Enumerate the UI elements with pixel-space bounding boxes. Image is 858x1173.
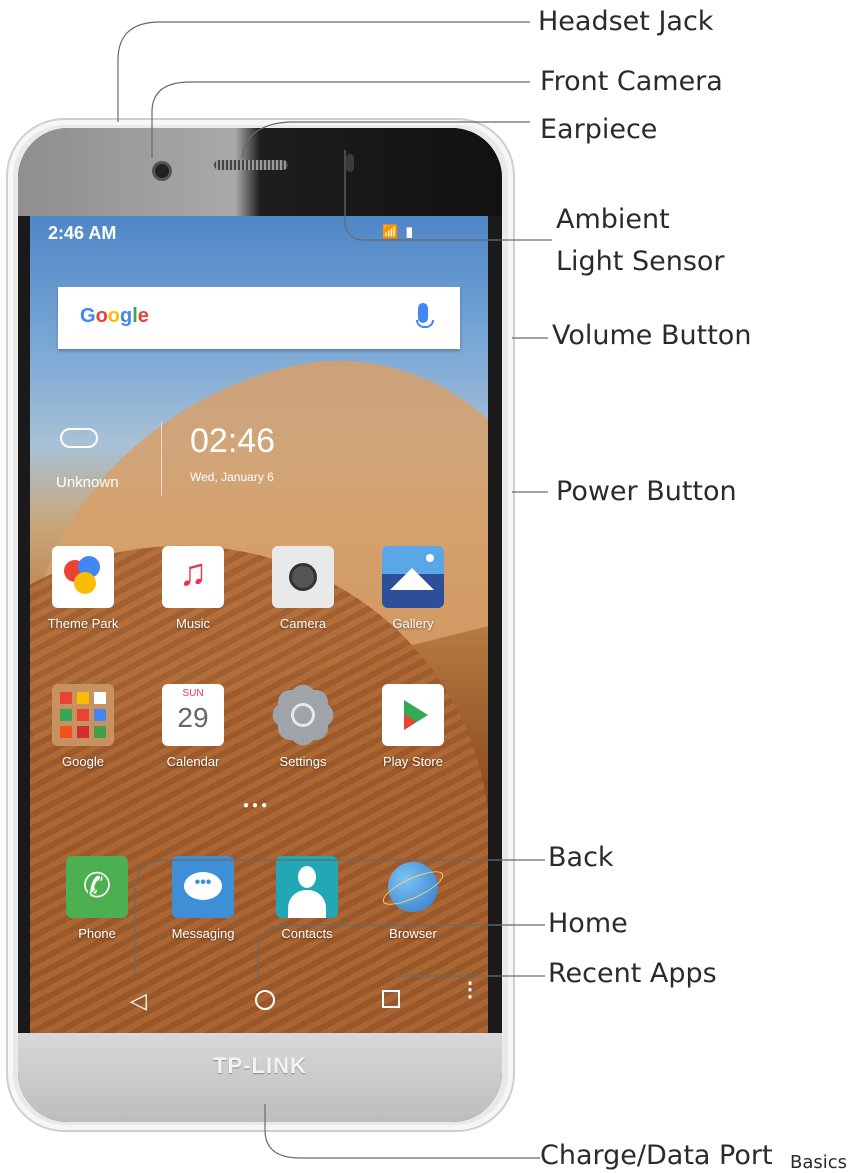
callout-recent-apps: Recent Apps [548,958,717,989]
callout-power-button: Power Button [556,476,737,507]
leader-earpiece [241,121,530,159]
callout-volume-button: Volume Button [552,320,752,351]
leader-headset-jack [117,21,530,122]
callout-ambient-line2: Light Sensor [556,246,725,277]
callout-leader-lines [117,21,552,1159]
leader-home [257,924,545,980]
leader-back [134,859,545,975]
callout-charge-data-port: Charge/Data Port [540,1140,773,1171]
leader-front-camera [151,81,530,158]
callout-back: Back [548,842,614,873]
callout-home: Home [548,908,628,939]
callout-ambient-line1: Ambient [556,204,670,235]
callout-headset-jack: Headset Jack [538,6,714,37]
leader-charge-data-port [264,1104,540,1159]
section-label: Basics [790,1152,848,1173]
callout-earpiece: Earpiece [540,114,658,145]
leader-ambient-light-sensor [344,150,552,241]
callout-front-camera: Front Camera [540,66,723,97]
